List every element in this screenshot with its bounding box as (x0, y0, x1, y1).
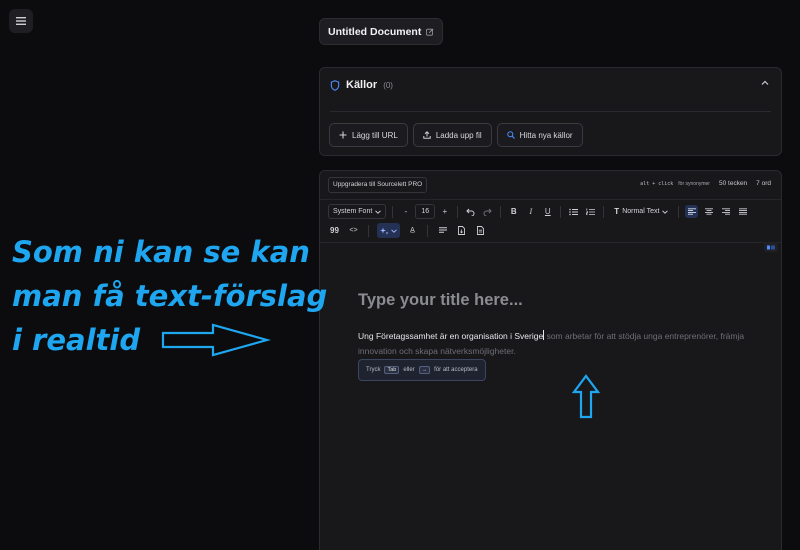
undo-icon[interactable] (464, 205, 477, 218)
toolbar-divider (368, 224, 369, 237)
annotation-line: Som ni kan se kan (12, 235, 310, 269)
align-center-icon[interactable] (702, 205, 715, 218)
align-justify-icon[interactable] (736, 205, 749, 218)
export-document-icon[interactable] (455, 224, 468, 237)
arrow-up-icon (572, 374, 600, 419)
arrow-right-icon (161, 323, 271, 357)
font-size-value[interactable]: 16 (415, 204, 436, 219)
upgrade-pro-button[interactable]: Uppgradera till Sourcelett PRO (328, 177, 428, 193)
shield-icon (330, 79, 340, 91)
chevron-up-icon[interactable] (761, 80, 769, 86)
upload-icon (423, 131, 431, 139)
ai-assist-select[interactable] (377, 223, 400, 238)
toolbar-divider (500, 205, 502, 218)
search-icon (506, 131, 515, 139)
sparkle-icon (380, 227, 389, 234)
text-lines-icon[interactable] (436, 224, 449, 237)
add-url-label: Lägg till URL (352, 130, 398, 140)
hamburger-menu-icon (16, 17, 26, 25)
toolbar-bottom-divider (320, 242, 781, 243)
document-title-button[interactable]: Untitled Document (319, 18, 444, 45)
editor-topbar: Uppgradera till Sourcelett PRO alt + cli… (320, 171, 781, 200)
chevron-down-icon (375, 209, 382, 214)
editor-paragraph[interactable]: Ung Företagssamhet är en organisation i … (358, 329, 758, 359)
tooltip-suffix: för att acceptera (434, 367, 478, 373)
upload-file-button[interactable]: Ladda upp fil (412, 123, 492, 147)
editor-stats: alt + click för synonymer 50 tecken 7 or… (640, 180, 771, 187)
chevron-down-icon (662, 209, 669, 214)
font-size-control: - 16 + (399, 204, 451, 219)
align-left-icon[interactable] (685, 205, 699, 218)
add-url-button[interactable]: Lägg till URL (329, 123, 408, 147)
sidebar-toggle-icon[interactable] (764, 242, 778, 252)
font-size-decrease-button[interactable]: - (399, 205, 412, 218)
document-icon[interactable] (474, 224, 487, 237)
chevron-down-icon (391, 228, 397, 233)
quote-icon[interactable]: 99 (328, 224, 341, 237)
typed-text: Ung Företagssamhet är en organisation i … (358, 331, 544, 341)
sources-divider (330, 111, 771, 112)
document-heading-placeholder[interactable]: Type your title here... (358, 291, 523, 310)
char-count: 50 tecken (718, 180, 748, 187)
editor-panel: Uppgradera till Sourcelett PRO alt + cli… (319, 170, 782, 550)
font-family-select[interactable]: System Font (328, 204, 387, 219)
arrow-key-hint: → (418, 366, 431, 374)
plus-icon (339, 131, 347, 139)
find-sources-label: Hitta nya källor (519, 130, 573, 140)
text-style-icon: T (614, 207, 620, 216)
insert-toolbar: 99 <> A̲ (328, 223, 487, 238)
sources-header[interactable]: Källor (0) (330, 79, 393, 91)
toolbar-divider (457, 205, 459, 218)
accept-suggestion-tooltip: Tryck Tab eller → för att acceptera (358, 359, 486, 381)
edit-icon (426, 28, 434, 36)
toolbar-divider (678, 205, 680, 218)
sources-title: Källor (346, 79, 378, 91)
numbered-list-icon[interactable] (584, 205, 597, 218)
document-title: Untitled Document (328, 25, 422, 38)
tab-key-hint: Tab (384, 366, 400, 374)
italic-icon[interactable]: I (524, 205, 537, 218)
annotation-line: man få text-förslag (12, 279, 328, 313)
formatting-toolbar: System Font - 16 + B I U T Normal Text (328, 204, 749, 219)
sources-count: (0) (383, 80, 393, 90)
toolbar-divider (427, 224, 428, 237)
shortcut-keys: alt + click (640, 180, 674, 187)
sources-panel: Källor (0) Lägg till URL Ladda upp fil H… (319, 67, 782, 156)
font-family-value: System Font (333, 208, 373, 215)
font-size-increase-button[interactable]: + (438, 205, 451, 218)
menu-button[interactable] (9, 9, 33, 33)
bold-icon[interactable]: B (507, 205, 520, 218)
code-icon[interactable]: <> (347, 224, 360, 237)
underline-icon[interactable]: U (541, 205, 554, 218)
paragraph-style-value: Normal Text (622, 208, 660, 215)
redo-icon[interactable] (481, 205, 494, 218)
find-sources-button[interactable]: Hitta nya källor (496, 123, 583, 147)
spellcheck-icon[interactable]: A̲ (406, 224, 419, 237)
toolbar-divider (560, 205, 562, 218)
tooltip-prefix: Tryck (366, 367, 381, 373)
toolbar-divider (603, 205, 605, 218)
word-count: 7 ord (756, 180, 771, 187)
shortcut-description: för synonymer (678, 180, 710, 187)
tooltip-middle: eller (403, 367, 415, 373)
align-right-icon[interactable] (719, 205, 732, 218)
upload-file-label: Ladda upp fil (435, 130, 482, 140)
bullet-list-icon[interactable] (567, 205, 580, 218)
toolbar-divider (392, 205, 394, 218)
paragraph-style-select[interactable]: T Normal Text (610, 204, 672, 219)
